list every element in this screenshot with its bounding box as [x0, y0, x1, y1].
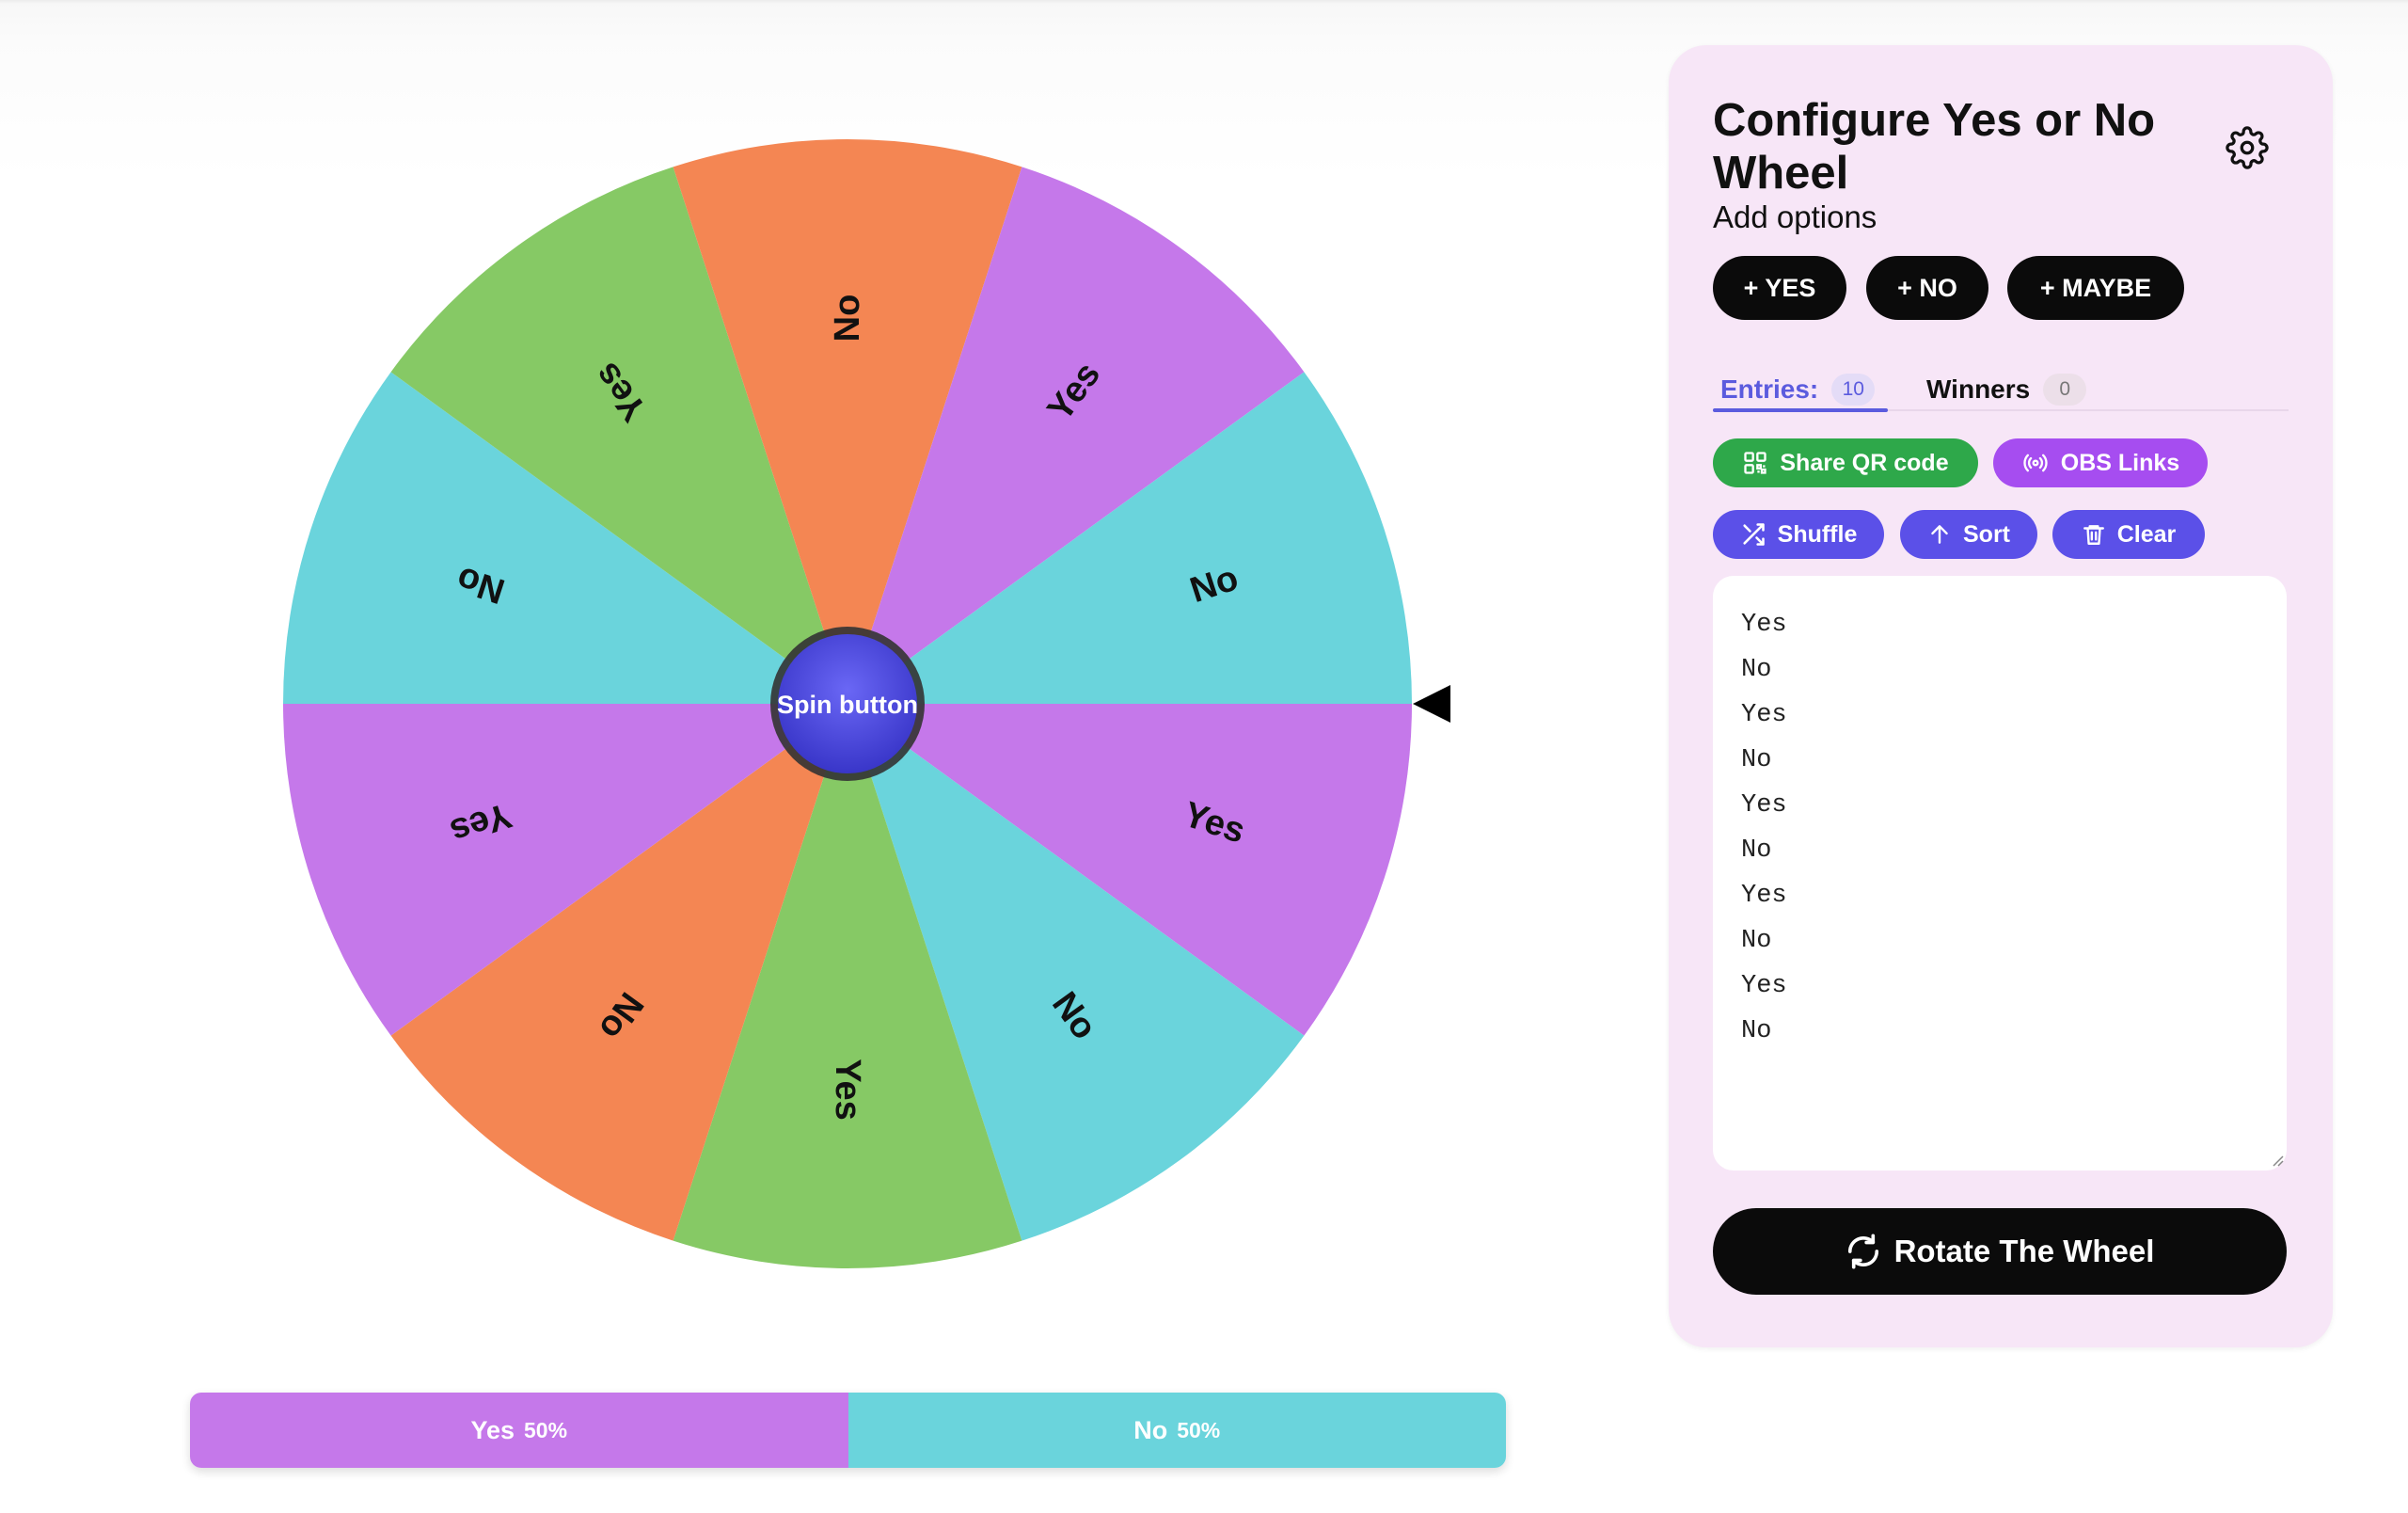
- shuffle-icon: [1743, 523, 1765, 546]
- clear-button[interactable]: Clear: [2052, 510, 2205, 559]
- wheel-pointer-icon: [1413, 685, 1450, 723]
- qr-code-icon: [1744, 452, 1767, 474]
- rotate-wheel-button[interactable]: Rotate The Wheel: [1713, 1208, 2287, 1295]
- share-qr-button[interactable]: Share QR code: [1713, 438, 1978, 487]
- distribution-no: No 50%: [848, 1393, 1506, 1468]
- wheel-segment-label: No: [828, 295, 867, 342]
- distribution-yes-label: Yes: [470, 1415, 515, 1444]
- clear-label: Clear: [2116, 520, 2177, 548]
- share-qr-label: Share QR code: [1780, 449, 1949, 476]
- distribution-yes: Yes 50%: [190, 1393, 848, 1468]
- trash-icon: [2083, 525, 2104, 545]
- spin-button-label: Spin button: [777, 691, 918, 719]
- winners-count-badge: 0: [2043, 374, 2087, 406]
- wheel-segment-label: Yes: [828, 1059, 867, 1121]
- tab-entries[interactable]: Entries: 10: [1720, 363, 1876, 416]
- add-no-button[interactable]: + NO: [1866, 256, 1988, 320]
- arrow-up-icon: [1931, 525, 1948, 544]
- spin-wheel[interactable]: YesNoYesNoYesNoYesNoYesNo Spin button: [0, 0, 1599, 1383]
- refresh-icon: [1847, 1234, 1878, 1269]
- sort-label: Sort: [1963, 520, 2010, 548]
- distribution-yes-percent: 50%: [524, 1417, 568, 1442]
- gear-icon[interactable]: [2226, 126, 2269, 169]
- distribution-no-percent: 50%: [1177, 1417, 1221, 1442]
- distribution-no-label: No: [1133, 1415, 1168, 1444]
- obs-links-button[interactable]: OBS Links: [1993, 438, 2208, 487]
- resize-grip-icon[interactable]: [2271, 1154, 2284, 1167]
- spin-button[interactable]: Spin button: [770, 627, 925, 781]
- panel-title: Configure Yes or No Wheel: [1713, 95, 2156, 199]
- tab-winners-label: Winners: [1926, 374, 2031, 404]
- shuffle-button[interactable]: Shuffle: [1713, 510, 1884, 559]
- tab-entries-label: Entries:: [1720, 374, 1819, 404]
- obs-links-label: OBS Links: [2060, 449, 2180, 476]
- panel-subtitle: Add options: [1713, 199, 1877, 234]
- add-yes-button[interactable]: + YES: [1713, 256, 1846, 320]
- entries-count-badge: 10: [1831, 374, 1876, 406]
- shuffle-label: Shuffle: [1777, 520, 1858, 548]
- tab-winners[interactable]: Winners 0: [1926, 363, 2087, 416]
- config-panel: Configure Yes or No Wheel Add options + …: [1669, 45, 2333, 1347]
- add-maybe-button[interactable]: + MAYBE: [2007, 256, 2184, 320]
- entries-textarea[interactable]: [1713, 576, 2287, 1171]
- rotate-wheel-label: Rotate The Wheel: [1893, 1234, 2155, 1268]
- broadcast-icon: [2023, 454, 2048, 472]
- distribution-bar: Yes 50% No 50%: [190, 1393, 1506, 1468]
- sort-button[interactable]: Sort: [1900, 510, 2037, 559]
